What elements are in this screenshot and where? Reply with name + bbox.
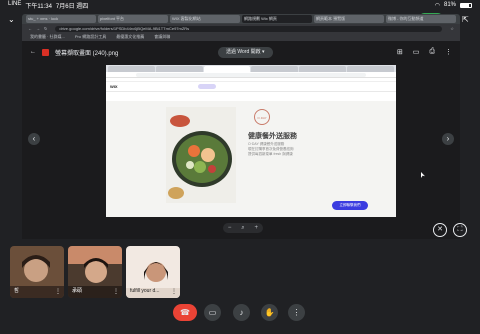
- comment-icon[interactable]: ▭: [413, 48, 420, 56]
- microphone-button[interactable]: ♪: [233, 304, 250, 321]
- shot-tab: [347, 66, 394, 72]
- fullscreen-icon[interactable]: ⛶: [453, 223, 467, 237]
- more-vert-icon[interactable]: ⋮: [445, 48, 452, 56]
- zoom-in-icon[interactable]: +: [255, 225, 259, 231]
- wifi-icon: ◠: [434, 2, 440, 9]
- brand-line: 提供每週新菜單 fresh 與健康: [248, 152, 293, 156]
- forward-icon[interactable]: →: [36, 26, 40, 31]
- bookmarks-bar: 我的書籤 · 社群媒... Pro 網路設計工具 最優惠文化推薦 會議與聯: [22, 33, 460, 41]
- browser-tab[interactable]: pixelfont 平台: [98, 15, 168, 23]
- back-icon[interactable]: ←: [28, 26, 32, 31]
- chat-button: 立即聯繫我們: [332, 201, 368, 210]
- viewer-toolbar: ← 螢幕擷取畫面 (240).png 透過 Word 開啟 ▾ ⊞ ▭ ⎙ ⋮: [22, 41, 460, 63]
- participant-tile[interactable]: 哲 ⋮: [10, 246, 64, 298]
- end-call-button[interactable]: ☎: [173, 304, 197, 321]
- bookmark-item[interactable]: 我的書籤 · 社群媒...: [30, 34, 65, 40]
- participant-tile[interactable]: fulfill your d... ⋮: [126, 246, 180, 298]
- brand-description: O·DAY 健康餐外送服務 現在訂購享首次免費營養諮詢 提供每週新菜單 fres…: [248, 142, 328, 157]
- participant-name: 哲: [14, 288, 20, 294]
- more-options-button[interactable]: ⋮: [288, 304, 305, 321]
- file-name: 螢幕擷取畫面 (240).png: [55, 50, 119, 57]
- url-field[interactable]: drive.google.com/drive/folders/1PSDb44rc…: [55, 25, 443, 32]
- shot-tab: [251, 66, 299, 72]
- collapse-chevron-icon[interactable]: ⌄: [8, 13, 15, 25]
- zoom-reset-icon[interactable]: ⌕: [241, 225, 244, 232]
- present-share-icon[interactable]: ⇱: [462, 13, 469, 25]
- pin-off-icon[interactable]: ✕: [433, 223, 447, 237]
- site-preview: O·DAY 健康餐外送服務 O·DAY 健康餐外送服務 現在訂購享首次免費營養諮…: [106, 101, 396, 217]
- more-vert-icon[interactable]: ⋮: [55, 288, 61, 295]
- star-icon[interactable]: ☆: [450, 26, 454, 31]
- bookmark-item[interactable]: 會議與聯: [154, 34, 170, 40]
- print-icon[interactable]: ⎙: [429, 48, 435, 56]
- raise-hand-button[interactable]: ✋: [261, 304, 278, 321]
- add-to-drive-icon[interactable]: ⊞: [397, 48, 403, 56]
- shot-tab: [108, 66, 155, 72]
- participant-name: fulfill your d...: [130, 288, 160, 294]
- status-bar: LINE 下午11:34 7月6日 週四 ◠ 81%: [0, 0, 480, 10]
- shot-tab: [203, 66, 251, 72]
- browser-tab[interactable]: stu_ + xms · lock: [26, 15, 96, 23]
- open-with-button[interactable]: 透過 Word 開啟 ▾: [218, 47, 273, 58]
- bookmark-item[interactable]: 最優惠文化推薦: [116, 34, 144, 40]
- shared-browser-tabs: stu_ + xms · lock pixelfont 平台 WIX 客製化網站…: [22, 14, 460, 24]
- image-viewer: ← 螢幕擷取畫面 (240).png 透過 Word 開啟 ▾ ⊞ ▭ ⎙ ⋮ …: [22, 41, 460, 239]
- time-label: 下午11:34: [25, 3, 52, 10]
- reload-icon[interactable]: ↻: [44, 26, 47, 31]
- phone-hangup-icon: ☎: [180, 308, 190, 317]
- screenshot-image: WIX O·DAY 健康餐外送服務 O·DAY 健康餐外送服務 現在訂購享首次免…: [106, 65, 396, 217]
- open-with-label: 透過 Word 開啟: [226, 49, 261, 55]
- camera-button[interactable]: ▭: [204, 304, 221, 321]
- hand-icon: ✋: [264, 308, 275, 317]
- brand-title: 健康餐外送服務: [248, 133, 297, 140]
- video-camera-icon: ▭: [208, 308, 217, 317]
- brand-section: O·DAY 健康餐外送服務 O·DAY 健康餐外送服務 現在訂購享首次免費營養諮…: [240, 109, 336, 199]
- browser-tab[interactable]: 網頁範本 預覽版: [314, 15, 384, 23]
- zoom-controls: − ⌕ +: [223, 223, 263, 233]
- browser-tab[interactable]: WIX 客製化網站: [170, 15, 240, 23]
- more-vert-icon: ⋮: [292, 308, 301, 317]
- browser-tab[interactable]: 網路規劃 Wix 網頁: [242, 15, 312, 23]
- more-vert-icon[interactable]: ⋮: [171, 288, 177, 295]
- wix-publish-button: [197, 84, 216, 89]
- file-type-icon: [42, 48, 49, 56]
- battery-percent: 81%: [443, 2, 456, 8]
- carrier-label: LINE: [8, 0, 22, 7]
- bookmark-item[interactable]: Pro 網路設計工具: [75, 34, 106, 40]
- microphone-icon: ♪: [239, 308, 244, 317]
- date-label: 7月6日 週四: [55, 3, 89, 10]
- shot-tab: [299, 66, 347, 72]
- wix-logo: WIX: [110, 84, 118, 89]
- address-bar: ← → ↻ drive.google.com/drive/folders/1PS…: [22, 24, 460, 33]
- participant-name: 承碩: [72, 288, 83, 294]
- next-arrow-icon[interactable]: ›: [442, 133, 454, 145]
- shot-tab: [155, 66, 203, 72]
- zoom-out-icon[interactable]: −: [228, 225, 232, 231]
- battery-icon: [460, 2, 472, 8]
- screenshot-tabs: [106, 65, 396, 72]
- back-arrow-icon[interactable]: ←: [30, 49, 36, 55]
- wix-editor-bar: WIX: [106, 82, 396, 92]
- participant-tile[interactable]: 承碩 ⋮: [68, 246, 122, 298]
- brand-logo: O·DAY: [254, 109, 270, 125]
- salad-bowl-photo: [166, 107, 236, 203]
- previous-arrow-icon[interactable]: ‹: [28, 133, 40, 145]
- browser-tab[interactable]: 微博 - 你的互動頻道: [386, 15, 456, 23]
- more-vert-icon[interactable]: ⋮: [113, 288, 119, 295]
